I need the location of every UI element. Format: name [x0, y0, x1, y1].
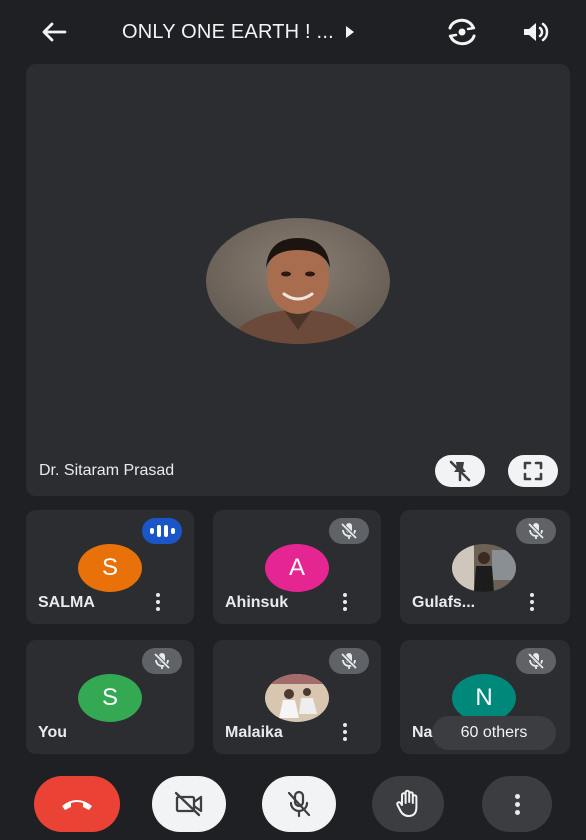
main-participant-name: Dr. Sitaram Prasad — [39, 462, 175, 479]
main-participant-tile[interactable]: Dr. Sitaram Prasad — [26, 64, 570, 496]
mic-off-icon — [142, 648, 182, 674]
meeting-title-button[interactable]: ONLY ONE EARTH ! ... — [122, 18, 354, 46]
mic-off-icon — [329, 518, 369, 544]
phone-hangup-icon — [62, 800, 92, 810]
more-options-button[interactable] — [337, 720, 353, 744]
more-vertical-icon — [343, 593, 347, 597]
mic-off-icon — [287, 790, 311, 818]
participant-tile-malaika[interactable]: Malaika — [213, 640, 381, 754]
mic-off-icon — [329, 648, 369, 674]
unpin-icon — [449, 460, 471, 482]
camera-toggle-button[interactable] — [152, 776, 226, 832]
more-vertical-icon — [514, 793, 520, 815]
more-vertical-icon — [156, 593, 160, 597]
participant-name: You — [38, 724, 68, 741]
more-options-button[interactable] — [150, 590, 166, 614]
avatar: N — [452, 674, 516, 722]
raise-hand-icon — [396, 789, 418, 817]
others-count-button[interactable]: 60 others — [432, 716, 556, 750]
camera-off-icon — [174, 791, 203, 817]
participant-name: Gulafs... — [412, 594, 476, 611]
speaker-icon — [524, 22, 549, 42]
avatar — [265, 674, 329, 722]
more-options-button[interactable] — [524, 590, 540, 614]
main-participant-avatar — [206, 218, 390, 344]
participant-tile-salma[interactable]: S SALMA — [26, 510, 194, 624]
others-count-label: 60 others — [460, 724, 528, 741]
participant-tile-ahinsuk[interactable]: A Ahinsuk — [213, 510, 381, 624]
participant-name: Ahinsuk — [225, 594, 289, 611]
play-arrow-icon — [345, 26, 354, 38]
top-bar: ONLY ONE EARTH ! ... — [0, 0, 586, 62]
avatar: S — [78, 674, 142, 722]
speaking-indicator-icon — [142, 518, 182, 544]
speaker-button[interactable] — [518, 16, 554, 48]
microphone-toggle-button[interactable] — [262, 776, 336, 832]
participant-name: SALMA — [38, 594, 95, 611]
switch-camera-button[interactable] — [444, 16, 480, 48]
participant-name: Malaika — [225, 724, 283, 741]
participant-name: Na — [412, 724, 433, 741]
fullscreen-icon — [523, 461, 543, 481]
mic-off-icon — [516, 518, 556, 544]
more-options-menu-button[interactable] — [482, 776, 552, 832]
participant-tile-you[interactable]: S You — [26, 640, 194, 754]
switch-camera-icon — [448, 18, 476, 46]
fullscreen-button[interactable] — [508, 455, 558, 487]
participant-tile-gulafs[interactable]: Gulafs... — [400, 510, 570, 624]
end-call-button[interactable] — [34, 776, 120, 832]
avatar — [452, 544, 516, 592]
more-options-button[interactable] — [337, 590, 353, 614]
unpin-button[interactable] — [435, 455, 485, 487]
raise-hand-button[interactable] — [372, 776, 444, 832]
avatar: S — [78, 544, 142, 592]
more-vertical-icon — [343, 723, 347, 727]
meeting-title: ONLY ONE EARTH ! ... — [122, 20, 334, 43]
arrow-left-icon — [42, 22, 67, 42]
avatar: A — [265, 544, 329, 592]
back-button[interactable] — [38, 16, 70, 48]
mic-off-icon — [516, 648, 556, 674]
more-vertical-icon — [530, 593, 534, 597]
